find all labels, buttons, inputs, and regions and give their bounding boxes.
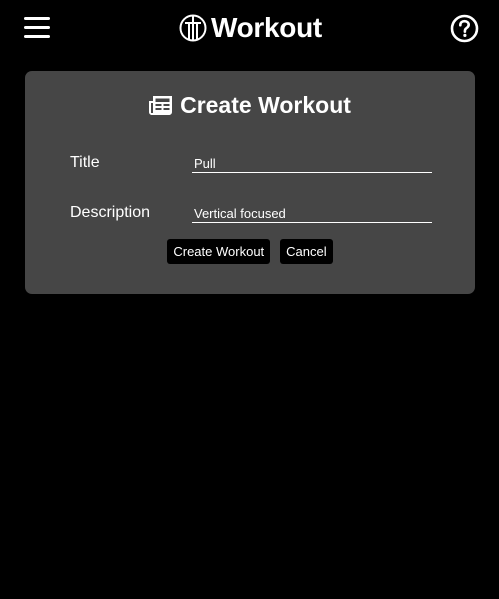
hamburger-menu-icon[interactable] — [24, 16, 50, 38]
form-actions: Create Workout Cancel — [25, 239, 475, 264]
title-label: Title — [70, 154, 100, 171]
menu-bar — [24, 17, 50, 20]
help-circle-icon[interactable] — [450, 14, 479, 43]
app-header-title: Workout — [179, 10, 322, 46]
workout-logo-icon — [179, 14, 207, 42]
description-input[interactable] — [192, 204, 432, 223]
description-label: Description — [70, 204, 151, 221]
title-input[interactable] — [192, 154, 432, 173]
cancel-button[interactable]: Cancel — [280, 239, 333, 264]
card-title: Create Workout — [180, 92, 351, 118]
menu-bar — [24, 35, 50, 38]
app-title: Workout — [211, 12, 322, 43]
menu-bar — [24, 26, 50, 29]
newspaper-icon — [149, 96, 173, 115]
create-workout-button[interactable]: Create Workout — [167, 239, 271, 264]
create-workout-card: Create Workout Title Description Create … — [25, 71, 475, 294]
card-header: Create Workout — [25, 89, 475, 121]
app-page: Workout Create Workout Title Description… — [0, 0, 499, 599]
